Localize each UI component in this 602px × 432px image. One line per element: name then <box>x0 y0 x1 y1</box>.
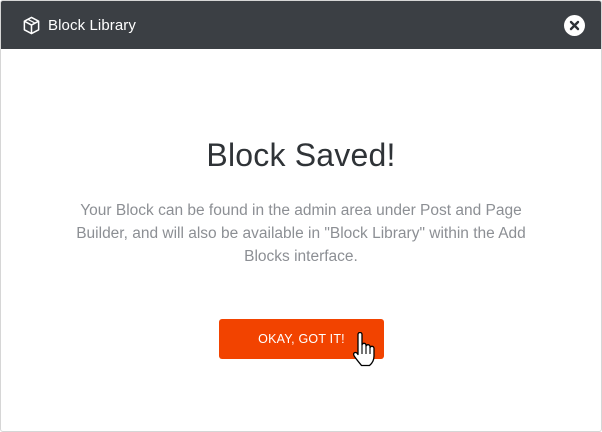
close-icon <box>569 20 580 31</box>
cube-icon <box>21 15 41 35</box>
okay-got-it-button[interactable]: OKAY, GOT IT! <box>219 319 384 359</box>
page-title: Block Saved! <box>206 137 396 173</box>
block-library-dialog: Block Library Block Saved! Your Block ca… <box>0 0 602 432</box>
dialog-title: Block Library <box>48 16 136 34</box>
saved-message: Your Block can be found in the admin are… <box>76 202 526 265</box>
close-button[interactable] <box>564 15 585 36</box>
dialog-titlebar: Block Library <box>1 1 601 49</box>
